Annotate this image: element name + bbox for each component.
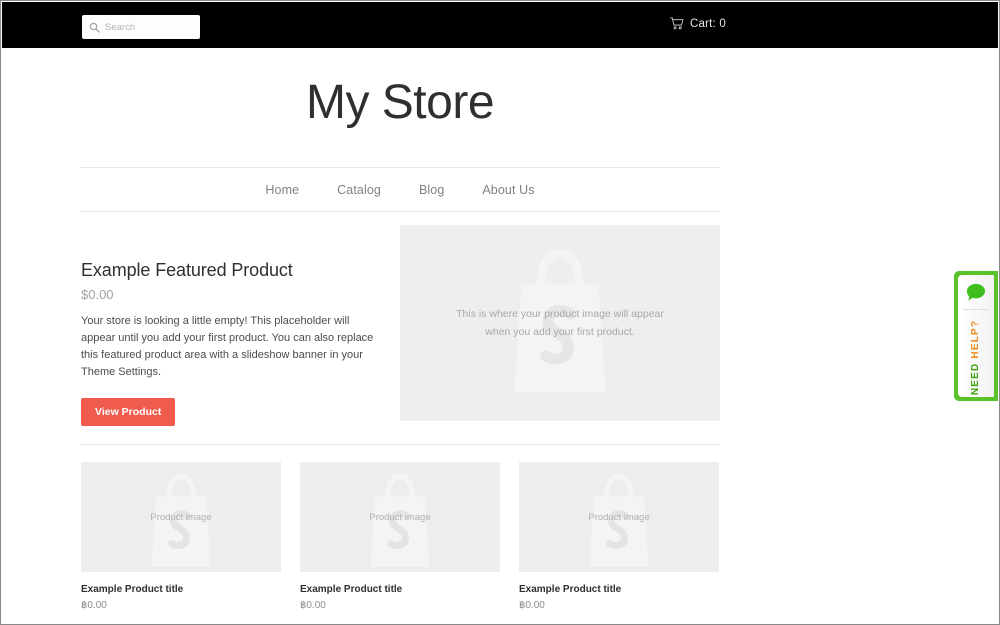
- need-help-word-need: NEED: [970, 362, 982, 396]
- nav-item-home[interactable]: Home: [265, 183, 299, 197]
- product-image-label: Product image: [369, 511, 431, 523]
- nav-item-catalog[interactable]: Catalog: [337, 183, 381, 197]
- product-card-1[interactable]: Product image Example Product title ฿0.0…: [81, 462, 281, 611]
- featured-product-price: $0.00: [81, 287, 114, 302]
- placeholder-line-1: This is where your product image will ap…: [456, 307, 664, 320]
- browser-frame: Cart: 0 My Store Home Catalog Blog About…: [0, 0, 1000, 625]
- need-help-label: NEED HELP?: [971, 320, 982, 395]
- placeholder-line-2: when you add your first product.: [485, 326, 635, 338]
- featured-product-image-placeholder: This is where your product image will ap…: [400, 225, 720, 421]
- product-grid: Product image Example Product title ฿0.0…: [81, 462, 719, 611]
- product-price: ฿0.00: [81, 600, 107, 611]
- featured-image-placeholder-text: This is where your product image will ap…: [456, 305, 664, 342]
- featured-product-info: Example Featured Product $0.00 Your stor…: [81, 260, 381, 427]
- product-title: Example Product title: [81, 584, 184, 595]
- product-title: Example Product title: [300, 584, 403, 595]
- store-page: My Store Home Catalog Blog About Us Exam…: [2, 48, 998, 624]
- search-input[interactable]: [105, 21, 193, 33]
- shopping-cart-icon: [670, 17, 684, 30]
- product-image-label: Product image: [588, 511, 650, 523]
- product-image-placeholder: Product image: [81, 462, 281, 572]
- product-image-label: Product image: [150, 511, 212, 523]
- cart-label: Cart: 0: [690, 17, 726, 30]
- featured-product-title: Example Featured Product: [81, 260, 293, 280]
- search-icon: [89, 22, 100, 33]
- need-help-tab-inner: NEED HELP?: [958, 275, 994, 397]
- need-help-word-help: HELP?: [970, 319, 982, 359]
- featured-product-description: Your store is looking a little empty! Th…: [81, 315, 374, 379]
- search-box[interactable]: [82, 15, 200, 39]
- product-price: ฿0.00: [519, 600, 545, 611]
- nav-item-blog[interactable]: Blog: [419, 183, 444, 197]
- product-card-2[interactable]: Product image Example Product title ฿0.0…: [300, 462, 500, 611]
- section-divider: [81, 444, 719, 445]
- product-title: Example Product title: [519, 584, 622, 595]
- divider: [963, 309, 989, 310]
- chat-bubble-icon: [966, 283, 986, 301]
- cart-link[interactable]: Cart: 0: [670, 17, 726, 30]
- product-image-placeholder: Product image: [300, 462, 500, 572]
- product-image-placeholder: Product image: [519, 462, 719, 572]
- product-price: ฿0.00: [300, 600, 326, 611]
- top-bar: Cart: 0: [2, 2, 998, 48]
- need-help-tab[interactable]: NEED HELP?: [954, 271, 998, 401]
- product-card-3[interactable]: Product image Example Product title ฿0.0…: [519, 462, 719, 611]
- store-title: My Store: [305, 76, 495, 129]
- main-navigation: Home Catalog Blog About Us: [81, 167, 719, 212]
- view-product-button[interactable]: View Product: [81, 398, 176, 427]
- nav-item-about-us[interactable]: About Us: [482, 183, 534, 197]
